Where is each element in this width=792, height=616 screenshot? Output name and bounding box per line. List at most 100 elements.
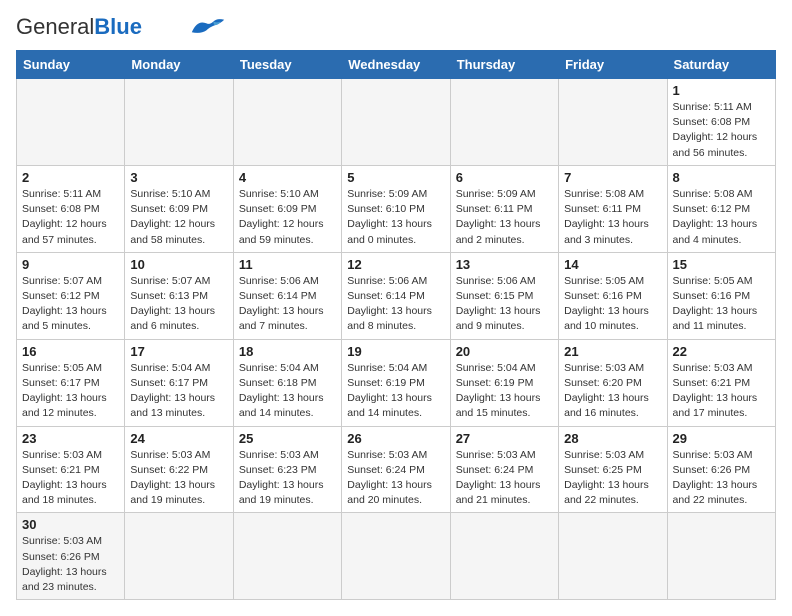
calendar-cell: 4Sunrise: 5:10 AM Sunset: 6:09 PM Daylig… — [233, 165, 341, 252]
day-info: Sunrise: 5:08 AM Sunset: 6:11 PM Dayligh… — [564, 187, 661, 248]
calendar-cell: 22Sunrise: 5:03 AM Sunset: 6:21 PM Dayli… — [667, 339, 775, 426]
day-number: 19 — [347, 344, 444, 359]
day-info: Sunrise: 5:03 AM Sunset: 6:26 PM Dayligh… — [22, 534, 119, 595]
day-number: 20 — [456, 344, 553, 359]
calendar-cell: 1 Sunrise: 5:11 AM Sunset: 6:08 PM Daylig… — [667, 79, 775, 166]
calendar-cell: 24 Sunrise: 5:03 AM Sunset: 6:22 PM Dayli… — [125, 426, 233, 513]
day-info: Sunrise: 5:11 AM Sunset: 6:08 PM Dayligh… — [673, 100, 770, 161]
calendar-cell: 17Sunrise: 5:04 AM Sunset: 6:17 PM Dayli… — [125, 339, 233, 426]
day-number: 6 — [456, 170, 553, 185]
day-info: Sunrise: 5:03 AM Sunset: 6:23 PM Dayligh… — [239, 448, 336, 509]
calendar-cell: 10 Sunrise: 5:07 AM Sunset: 6:13 PM Dayli… — [125, 252, 233, 339]
day-number: 12 — [347, 257, 444, 272]
day-number: 10 — [130, 257, 227, 272]
day-number: 30 — [22, 517, 119, 532]
day-info: Sunrise: 5:06 AM Sunset: 6:14 PM Dayligh… — [239, 274, 336, 335]
calendar-cell: 19Sunrise: 5:04 AM Sunset: 6:19 PM Dayli… — [342, 339, 450, 426]
calendar-week-row: 23 Sunrise: 5:03 AM Sunset: 6:21 PM Dayli… — [17, 426, 776, 513]
day-number: 15 — [673, 257, 770, 272]
day-info: Sunrise: 5:03 AM Sunset: 6:20 PM Dayligh… — [564, 361, 661, 422]
calendar-cell: 5 Sunrise: 5:09 AM Sunset: 6:10 PM Daylig… — [342, 165, 450, 252]
day-number: 16 — [22, 344, 119, 359]
calendar-header-monday: Monday — [125, 51, 233, 79]
day-info: Sunrise: 5:03 AM Sunset: 6:24 PM Dayligh… — [347, 448, 444, 509]
day-number: 13 — [456, 257, 553, 272]
day-info: Sunrise: 5:11 AM Sunset: 6:08 PM Dayligh… — [22, 187, 119, 248]
calendar-week-row: 30 Sunrise: 5:03 AM Sunset: 6:26 PM Dayli… — [17, 513, 776, 600]
calendar-cell — [559, 513, 667, 600]
day-info: Sunrise: 5:06 AM Sunset: 6:15 PM Dayligh… — [456, 274, 553, 335]
day-info: Sunrise: 5:03 AM Sunset: 6:21 PM Dayligh… — [22, 448, 119, 509]
calendar-cell — [342, 513, 450, 600]
day-number: 24 — [130, 431, 227, 446]
day-info: Sunrise: 5:10 AM Sunset: 6:09 PM Dayligh… — [130, 187, 227, 248]
calendar-cell — [125, 79, 233, 166]
calendar-cell: 25 Sunrise: 5:03 AM Sunset: 6:23 PM Dayli… — [233, 426, 341, 513]
calendar-cell: 23 Sunrise: 5:03 AM Sunset: 6:21 PM Dayli… — [17, 426, 125, 513]
day-number: 1 — [673, 83, 770, 98]
logo: GeneralBlue — [16, 16, 226, 38]
calendar-header-row: SundayMondayTuesdayWednesdayThursdayFrid… — [17, 51, 776, 79]
day-number: 9 — [22, 257, 119, 272]
day-info: Sunrise: 5:09 AM Sunset: 6:10 PM Dayligh… — [347, 187, 444, 248]
calendar-cell — [667, 513, 775, 600]
day-number: 17 — [130, 344, 227, 359]
day-info: Sunrise: 5:08 AM Sunset: 6:12 PM Dayligh… — [673, 187, 770, 248]
day-info: Sunrise: 5:05 AM Sunset: 6:16 PM Dayligh… — [564, 274, 661, 335]
day-number: 25 — [239, 431, 336, 446]
day-info: Sunrise: 5:04 AM Sunset: 6:19 PM Dayligh… — [456, 361, 553, 422]
calendar-header-friday: Friday — [559, 51, 667, 79]
calendar-cell: 12 Sunrise: 5:06 AM Sunset: 6:14 PM Dayli… — [342, 252, 450, 339]
calendar-cell: 29 Sunrise: 5:03 AM Sunset: 6:26 PM Dayli… — [667, 426, 775, 513]
calendar-cell: 11 Sunrise: 5:06 AM Sunset: 6:14 PM Dayli… — [233, 252, 341, 339]
calendar-cell: 7 Sunrise: 5:08 AM Sunset: 6:11 PM Daylig… — [559, 165, 667, 252]
calendar-week-row: 16 Sunrise: 5:05 AM Sunset: 6:17 PM Dayli… — [17, 339, 776, 426]
day-number: 4 — [239, 170, 336, 185]
calendar-cell: 3 Sunrise: 5:10 AM Sunset: 6:09 PM Daylig… — [125, 165, 233, 252]
day-number: 29 — [673, 431, 770, 446]
day-number: 14 — [564, 257, 661, 272]
calendar-cell — [450, 79, 558, 166]
day-number: 7 — [564, 170, 661, 185]
calendar-cell — [450, 513, 558, 600]
calendar: SundayMondayTuesdayWednesdayThursdayFrid… — [16, 50, 776, 600]
day-info: Sunrise: 5:03 AM Sunset: 6:22 PM Dayligh… — [130, 448, 227, 509]
calendar-cell: 20 Sunrise: 5:04 AM Sunset: 6:19 PM Dayli… — [450, 339, 558, 426]
day-info: Sunrise: 5:07 AM Sunset: 6:12 PM Dayligh… — [22, 274, 119, 335]
day-info: Sunrise: 5:05 AM Sunset: 6:17 PM Dayligh… — [22, 361, 119, 422]
calendar-cell: 27 Sunrise: 5:03 AM Sunset: 6:24 PM Dayli… — [450, 426, 558, 513]
day-info: Sunrise: 5:07 AM Sunset: 6:13 PM Dayligh… — [130, 274, 227, 335]
calendar-cell: 21 Sunrise: 5:03 AM Sunset: 6:20 PM Dayli… — [559, 339, 667, 426]
calendar-cell: 14 Sunrise: 5:05 AM Sunset: 6:16 PM Dayli… — [559, 252, 667, 339]
day-info: Sunrise: 5:03 AM Sunset: 6:24 PM Dayligh… — [456, 448, 553, 509]
day-number: 23 — [22, 431, 119, 446]
calendar-cell: 26Sunrise: 5:03 AM Sunset: 6:24 PM Dayli… — [342, 426, 450, 513]
day-info: Sunrise: 5:03 AM Sunset: 6:26 PM Dayligh… — [673, 448, 770, 509]
day-number: 28 — [564, 431, 661, 446]
calendar-cell: 2 Sunrise: 5:11 AM Sunset: 6:08 PM Daylig… — [17, 165, 125, 252]
calendar-cell — [125, 513, 233, 600]
calendar-header-sunday: Sunday — [17, 51, 125, 79]
calendar-cell — [17, 79, 125, 166]
calendar-week-row: 9 Sunrise: 5:07 AM Sunset: 6:12 PM Daylig… — [17, 252, 776, 339]
calendar-cell: 18Sunrise: 5:04 AM Sunset: 6:18 PM Dayli… — [233, 339, 341, 426]
day-info: Sunrise: 5:03 AM Sunset: 6:25 PM Dayligh… — [564, 448, 661, 509]
day-number: 21 — [564, 344, 661, 359]
calendar-cell — [342, 79, 450, 166]
logo-blue: Blue — [94, 14, 142, 39]
day-info: Sunrise: 5:06 AM Sunset: 6:14 PM Dayligh… — [347, 274, 444, 335]
calendar-cell: 28 Sunrise: 5:03 AM Sunset: 6:25 PM Dayli… — [559, 426, 667, 513]
calendar-cell — [233, 79, 341, 166]
calendar-cell: 30 Sunrise: 5:03 AM Sunset: 6:26 PM Dayli… — [17, 513, 125, 600]
calendar-cell — [233, 513, 341, 600]
calendar-header-thursday: Thursday — [450, 51, 558, 79]
day-number: 27 — [456, 431, 553, 446]
calendar-week-row: 2 Sunrise: 5:11 AM Sunset: 6:08 PM Daylig… — [17, 165, 776, 252]
logo-bird-icon — [190, 16, 226, 36]
day-number: 5 — [347, 170, 444, 185]
day-number: 11 — [239, 257, 336, 272]
day-number: 2 — [22, 170, 119, 185]
day-number: 3 — [130, 170, 227, 185]
logo-general: General — [16, 14, 94, 39]
calendar-cell: 15Sunrise: 5:05 AM Sunset: 6:16 PM Dayli… — [667, 252, 775, 339]
